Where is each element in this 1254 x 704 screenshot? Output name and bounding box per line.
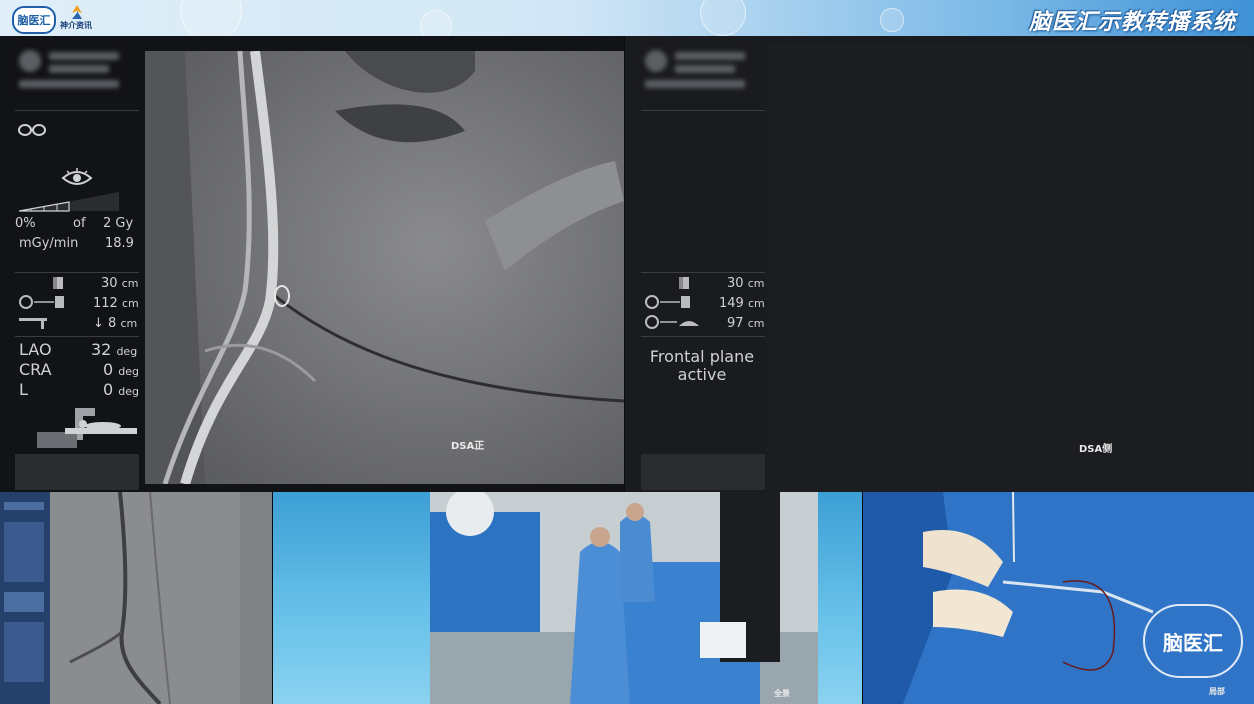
table-height-unit: cm: [120, 317, 138, 330]
lateral-info-sidebar: 30 cm 149 cm 97 cm Frontal plane active: [641, 44, 765, 490]
blurred-patient-info: [19, 80, 119, 88]
detector-icon: [53, 277, 63, 289]
decor-bubble: [700, 0, 746, 36]
sid-distance: 112 cm: [93, 296, 139, 311]
plane-status-line2: active: [677, 365, 727, 384]
patient-distance-value: 97: [727, 316, 744, 331]
detector-distance-value: 30: [727, 276, 744, 291]
dose-total: 2 Gy: [103, 216, 134, 231]
blurred-patient-icon: [19, 50, 41, 72]
dose-of-label: of: [73, 216, 86, 231]
system-title: 脑医汇示教转播系统: [1028, 10, 1236, 35]
decor-bubble: [420, 10, 452, 36]
local-camera-feed: 脑医汇 局部: [863, 492, 1254, 704]
blurred-patient-info: [49, 52, 119, 60]
detector-icon: [679, 277, 689, 289]
frontal-monitor: 0% of 2 Gy mGy/min 18.9 30 cm 112 cm ↓ 8…: [0, 36, 624, 492]
blurred-patient-info: [645, 80, 745, 88]
decor-bubble: [880, 8, 904, 32]
table-height-value: ↓ 8: [93, 316, 117, 331]
divider: [641, 272, 765, 273]
status-box: [641, 454, 765, 490]
blurred-patient-info: [675, 65, 735, 73]
workstation-menu-panel: [0, 492, 50, 704]
angle-value-lao: 32 deg: [91, 340, 137, 359]
patient-distance-unit: cm: [747, 317, 765, 330]
divider: [641, 336, 765, 337]
workstation-feed: [0, 492, 272, 704]
header-bar: 脑医汇 神介资讯 脑医汇示教转播系统: [0, 0, 1254, 36]
partner-logo-icon: [72, 5, 82, 19]
detector-distance: 30 cm: [101, 276, 138, 291]
angle-value-lao-number: 32: [91, 340, 112, 359]
frontal-view-label: DSA正: [451, 441, 485, 452]
dose-percent: 0%: [15, 216, 36, 231]
sid-distance: 149 cm: [719, 296, 765, 311]
plane-status: Frontal plane active: [647, 348, 757, 384]
partner-logo: 神介资讯: [60, 5, 96, 31]
partner-logo-text: 神介资讯: [60, 21, 92, 30]
dose-level-bar: [19, 192, 119, 212]
lateral-view-label: DSA侧: [1079, 444, 1113, 455]
source-detector-icon: [645, 295, 690, 309]
operating-room-camera-pane: 全景: [273, 492, 862, 704]
c-arm-icon: [37, 408, 137, 448]
workstation-angiogram: [50, 492, 272, 704]
glasses-icon: [18, 124, 46, 136]
decor-bubble: [180, 0, 242, 36]
sid-distance-unit: cm: [747, 297, 765, 310]
lateral-image-area: DSA侧: [767, 44, 1251, 492]
or-panorama-feed: 全景: [430, 492, 818, 704]
status-box: [15, 454, 139, 490]
blurred-patient-info: [675, 52, 745, 60]
angle-unit: deg: [118, 385, 140, 398]
detector-distance: 30 cm: [727, 276, 764, 291]
patient-distance: 97 cm: [727, 316, 764, 331]
panorama-label: 全景: [774, 689, 790, 698]
detector-distance-value: 30: [101, 276, 118, 291]
local-label: 局部: [1209, 687, 1225, 696]
brand-logo: 脑医汇: [12, 6, 56, 34]
lateral-monitor: 30 cm 149 cm 97 cm Frontal plane active …: [625, 36, 1254, 492]
plane-status-line1: Frontal plane: [649, 347, 755, 366]
detector-distance-unit: cm: [747, 277, 765, 290]
sid-distance-value: 112: [93, 296, 118, 311]
angle-value-l: 0 deg: [103, 380, 139, 399]
frontal-angiogram-image: DSA正: [145, 51, 624, 484]
divider: [15, 336, 139, 337]
roadmap-image-svg: [50, 492, 272, 704]
blurred-patient-icon: [645, 50, 667, 72]
sid-distance-unit: cm: [121, 297, 139, 310]
frontal-info-sidebar: 0% of 2 Gy mGy/min 18.9 30 cm 112 cm ↓ 8…: [15, 44, 139, 490]
watermark-logo: 脑医汇: [1143, 604, 1243, 678]
angle-value-l-number: 0: [103, 380, 114, 399]
divider: [15, 110, 139, 111]
angle-unit: deg: [118, 365, 140, 378]
source-detector-icon: [19, 295, 64, 309]
dose-rate-value: 18.9: [105, 236, 134, 251]
angle-label-cra: CRA: [19, 360, 52, 379]
table-height-icon: [19, 318, 47, 329]
eye-icon: [61, 168, 93, 185]
sid-distance-value: 149: [719, 296, 744, 311]
angle-unit: deg: [116, 345, 138, 358]
angle-value-cra: 0 deg: [103, 360, 139, 379]
angle-value-cra-number: 0: [103, 360, 114, 379]
angle-label-lao: LAO: [19, 340, 52, 359]
blurred-patient-info: [49, 65, 109, 73]
divider: [15, 272, 139, 273]
frontal-angiogram-svg: [145, 51, 624, 484]
dose-rate-unit: mGy/min: [19, 236, 79, 251]
angle-label-l: L: [19, 380, 28, 399]
detector-distance-unit: cm: [121, 277, 139, 290]
divider: [641, 110, 765, 111]
or-panorama-svg: [430, 492, 818, 704]
table-height: ↓ 8 cm: [93, 316, 137, 331]
source-patient-icon: [645, 315, 699, 329]
